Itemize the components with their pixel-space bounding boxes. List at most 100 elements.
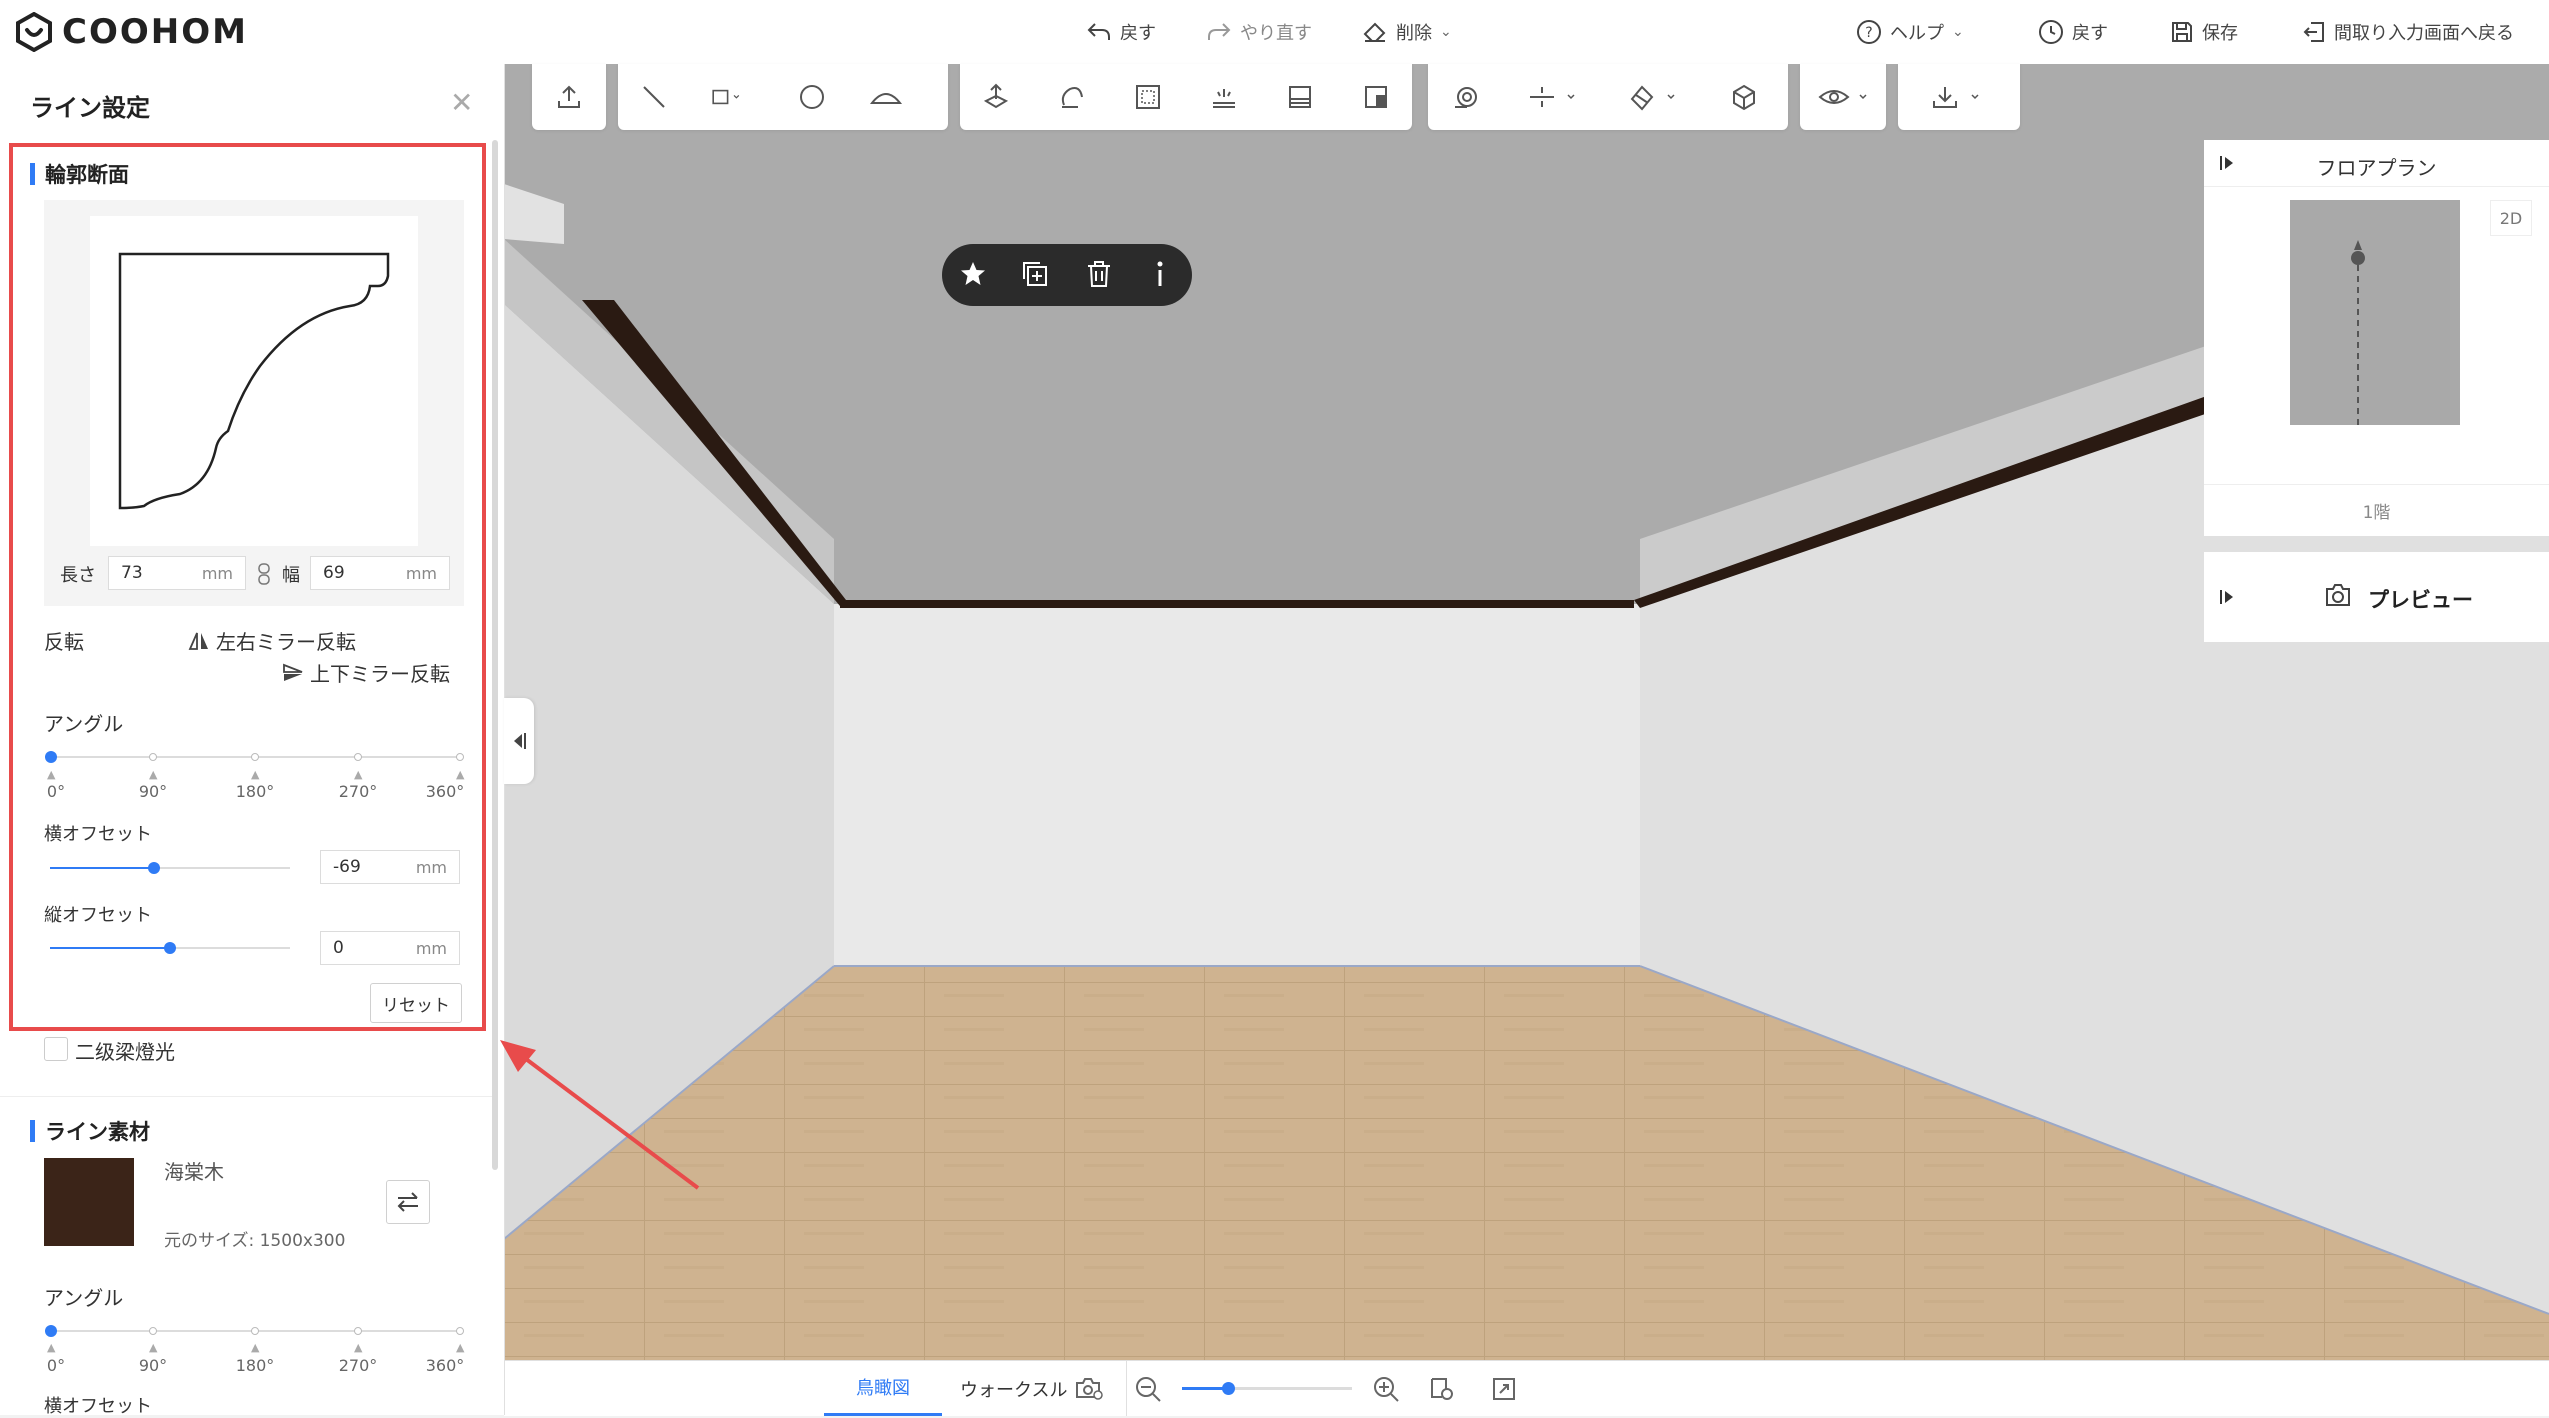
duplicate-icon[interactable] [1020, 259, 1050, 293]
toolbar-group-draw [618, 64, 948, 130]
paint-icon[interactable] [1624, 82, 1684, 112]
view-birdseye-tab[interactable]: 鳥瞰図 [824, 1361, 942, 1416]
collapse-right-icon[interactable] [2218, 588, 2236, 610]
svg-text:?: ? [1865, 25, 1872, 41]
delete-label: 削除 [1396, 23, 1432, 44]
camera-icon [2324, 582, 2352, 612]
collapse-left-icon [514, 733, 526, 749]
camera-settings-icon[interactable] [1074, 1375, 1104, 1405]
back-to-floorplan-button[interactable]: 間取り入力画面へ戻る [2302, 0, 2514, 64]
zoom-slider[interactable] [1182, 1382, 1352, 1395]
save-label: 保存 [2202, 23, 2238, 44]
floorplan-map[interactable] [2290, 200, 2460, 425]
material-angle-tick-marks: ▲ ▲ ▲ ▲ ▲ [47, 1341, 465, 1354]
trash-icon[interactable] [1084, 259, 1114, 293]
extrude-icon[interactable] [980, 82, 1012, 112]
angle-tick-dot [251, 1327, 259, 1335]
circle-icon[interactable] [796, 82, 828, 112]
preview-label: プレビュー [2368, 588, 2473, 612]
line-icon[interactable] [638, 82, 670, 112]
undo-icon [1087, 23, 1110, 40]
fullscreen-icon[interactable] [1490, 1375, 1518, 1407]
material-angle-tick-360: 360° [425, 1356, 465, 1375]
material-size: 元のサイズ: 1500x300 [164, 1231, 346, 1251]
angle-tick-dot [149, 1327, 157, 1335]
material-angle-tick-90: 90° [138, 1356, 168, 1375]
undo-button[interactable]: 戻す [1086, 0, 1156, 64]
align-icon[interactable] [1524, 82, 1584, 112]
redo-button[interactable]: やり直す [1206, 0, 1312, 64]
undo-label: 戻す [1120, 23, 1156, 44]
material-angle-tick-270: 270° [338, 1356, 378, 1375]
view-mode-toggle[interactable]: 2D [2490, 200, 2532, 236]
replace-material-button[interactable] [386, 1180, 430, 1224]
bottom-bar: 鳥瞰図 ウォークスル [504, 1360, 2549, 1416]
toolbar-group-export [532, 64, 606, 130]
save-icon [2172, 22, 2192, 42]
material-name: 海棠木 [164, 1160, 224, 1184]
arc-icon[interactable] [870, 82, 902, 112]
toolbar-group-download [1898, 64, 2020, 130]
zoom-in-icon[interactable] [1372, 1375, 1400, 1407]
collapse-panel-tab[interactable] [504, 698, 534, 784]
material-angle-tick-180: 180° [235, 1356, 275, 1375]
frame-icon[interactable] [1132, 82, 1164, 112]
angle-tick-dot [354, 1327, 362, 1335]
export-icon[interactable] [553, 82, 585, 112]
zoom-fit-icon[interactable] [1428, 1375, 1456, 1407]
floor-level-label[interactable]: 1階 [2204, 498, 2549, 523]
floorplan-title: フロアプラン [2316, 156, 2437, 180]
object-action-bar [942, 244, 1192, 306]
floorplan-header: フロアプラン [2204, 140, 2549, 187]
back-label: 間取り入力画面へ戻る [2334, 23, 2514, 44]
favorite-star-icon[interactable] [958, 259, 988, 293]
rotate-icon[interactable] [1056, 82, 1088, 112]
rectangle-icon[interactable] [710, 82, 742, 112]
material-angle-slider[interactable] [45, 1325, 464, 1337]
cube-icon[interactable] [1728, 82, 1760, 112]
chevron-down-icon: ⌄ [1952, 24, 1964, 40]
secondary-beam-checkbox[interactable] [44, 1037, 68, 1061]
spiral-icon[interactable] [1450, 82, 1482, 112]
annotation-highlight-box [9, 143, 486, 1031]
toolbar-group-view [1800, 64, 1886, 130]
save-button[interactable]: 保存 [2170, 0, 2238, 64]
floorplan-panel: フロアプラン 2D 1階 [2204, 140, 2549, 536]
help-button[interactable]: ? ヘルプ ⌄ [1856, 0, 1964, 64]
panel-title: ライン設定 [30, 94, 150, 122]
material-angle-label: アングル [44, 1286, 124, 1310]
light-strip-icon[interactable] [1208, 82, 1240, 112]
top-bar: COOHOM 戻す やり直す 削除 ⌄ ? ヘルプ ⌄ 戻す 保存 間取り入力画… [0, 0, 2549, 65]
section-marker [30, 1120, 35, 1142]
close-icon[interactable]: ✕ [450, 86, 473, 119]
zoom-out-icon[interactable] [1134, 1375, 1162, 1407]
material-angle-tick-0: 0° [46, 1356, 66, 1375]
logo-text: COOHOM [62, 12, 248, 52]
download-icon[interactable] [1928, 82, 1988, 112]
preview-panel[interactable]: プレビュー [2204, 552, 2549, 642]
material-swatch[interactable] [44, 1158, 134, 1246]
help-label: ヘルプ [1890, 23, 1944, 44]
panel-scrollbar[interactable] [492, 140, 498, 1170]
redo-label: やり直す [1240, 23, 1312, 44]
zoom-slider-knob[interactable] [1222, 1382, 1235, 1395]
split-icon[interactable] [1360, 82, 1392, 112]
toolbar-group-modify [960, 64, 1412, 130]
material-angle-knob[interactable] [45, 1325, 57, 1337]
view-walkthrough-tab[interactable]: ウォークスル [960, 1361, 1067, 1416]
panel-icon[interactable] [1284, 82, 1316, 112]
redo-icon [1208, 23, 1231, 40]
exit-icon [2303, 22, 2324, 42]
chevron-down-icon: ⌄ [1440, 24, 1452, 40]
info-icon[interactable] [1148, 259, 1172, 293]
swap-icon [397, 1192, 418, 1212]
delete-button[interactable]: 削除 ⌄ [1362, 0, 1452, 64]
angle-tick-dot [456, 1327, 464, 1335]
eye-icon[interactable] [1816, 82, 1876, 112]
annotation-arrow [500, 1040, 700, 1190]
history-button[interactable]: 戻す [2038, 0, 2108, 64]
clock-icon [2039, 20, 2063, 44]
app-logo[interactable]: COOHOM [14, 12, 248, 52]
help-icon: ? [1857, 20, 1881, 44]
material-h-offset-label: 横オフセット [44, 1396, 152, 1417]
